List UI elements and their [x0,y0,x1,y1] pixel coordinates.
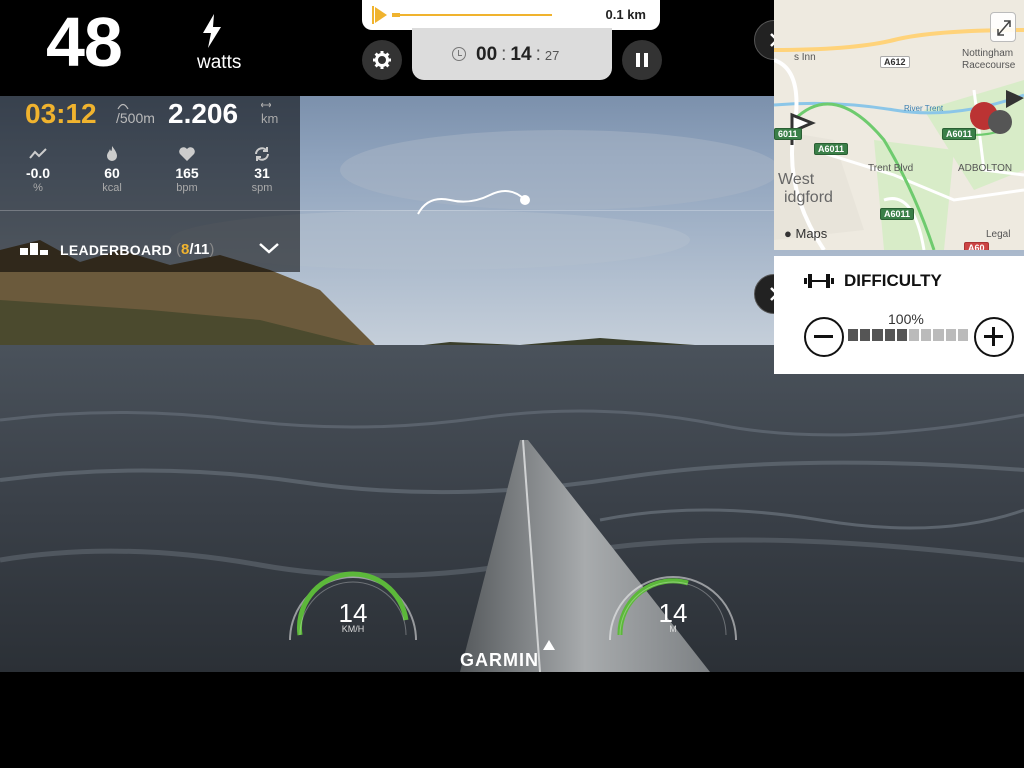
calories-metric: 60 kcal [82,146,142,194]
road-badge-a6011: A6011 [814,143,849,155]
elapsed-timer: 00:14:27 [476,44,560,65]
leaderboard-label: LEADERBOARD [60,242,173,258]
timer-minutes: 00 [476,44,498,65]
difficulty-decrease-button[interactable] [804,317,844,357]
power-value: 48 [46,3,123,81]
difficulty-segment [848,329,859,341]
stroke-rate-metric: 31 spm [232,146,292,194]
chevron-down-icon [259,243,279,254]
difficulty-segment [945,329,956,341]
leaderboard-position: (8/11) [176,241,215,258]
map-label-west: West [778,171,815,188]
timer-hundredths: 27 [544,48,560,63]
map-label-racecourse: Racecourse [962,60,1016,71]
difficulty-panel: DIFFICULTY 100% [774,256,1024,374]
dumbbell-icon [804,274,834,288]
route-distance: 0.1 km [605,7,646,22]
difficulty-segment [909,329,920,341]
split-pace-icon [117,103,129,110]
map-label-bridgford: idgford [784,189,833,206]
progress-fill [392,13,400,17]
calories-value: 60 [104,165,120,181]
map-label-adbolton: ADBOLTON [958,163,1013,174]
total-distance: 2.206 [168,98,239,129]
route-progress-panel: 0.1 km [362,0,660,30]
difficulty-segment [860,329,871,341]
road-badge-6011: 6011 [774,128,802,140]
incline-metric: -0.0 % [8,146,68,194]
expand-icon [997,20,1011,36]
difficulty-segment [933,329,944,341]
progress-marker-icon [372,6,387,24]
maps-attribution: ● Maps [784,226,828,241]
split-unit: /500m [116,110,155,126]
stroke-rate-unit: spm [251,182,273,194]
difficulty-percent: 100% [888,311,924,327]
difficulty-title: DIFFICULTY [844,271,942,290]
leaderboard-total: 11 [193,241,210,258]
incline-unit: % [33,182,43,194]
top-bar: 48 watts 0.1 km 00:14:27 [0,0,774,96]
difficulty-segment [957,329,969,341]
incline-value: -0.0 [25,165,51,181]
difficulty-level-bar [848,329,969,341]
route-map[interactable]: s Inn A612 Nottingham Racecourse River T… [774,0,1024,250]
split-time: 03:12 [25,98,97,129]
clock-icon [452,47,466,61]
map-label-nottingham: Nottingham [962,48,1014,59]
apple-logo-icon: ● [784,226,792,241]
road-badge-a6011-south: A6011 [880,208,915,220]
calories-unit: kcal [102,182,122,194]
leaderboard-toggle[interactable]: LEADERBOARD (8/11) [0,211,300,271]
pause-button[interactable] [622,40,662,80]
pause-icon [636,53,640,67]
settings-button[interactable] [362,40,402,80]
heart-rate-unit: bpm [176,182,198,194]
leaderboard-icon [20,243,48,255]
stroke-rate-value: 31 [254,165,270,181]
garmin-logo: GARMIN [460,650,539,670]
incline-icon [29,148,47,159]
heart-icon [179,147,195,161]
heart-rate-metric: 165 bpm [157,146,217,194]
difficulty-segment [921,329,932,341]
power-unit: watts [197,52,242,73]
distance-gauge: 14 M [598,560,748,650]
distance-gauge-unit: M [669,624,677,634]
heart-rate-value: 165 [175,165,199,181]
timer-seconds: 14 [510,44,532,65]
stats-panel: 03:12 /500m 2.206 km -0.0 % 60 kcal 165 … [0,96,774,272]
map-label-legal: Legal [986,229,1011,240]
map-label-river-trent: River Trent [904,104,944,113]
distance-arrows-icon [261,102,271,108]
flame-icon [107,146,117,161]
road-badge-a60: A60 [964,242,989,250]
difficulty-segment [896,329,908,341]
difficulty-segment [872,329,883,341]
road-badge-a6011-east: A6011 [942,128,977,140]
gear-icon [373,51,391,69]
garmin-triangle-icon [543,640,555,650]
road-badge-a612: A612 [880,56,910,68]
map-label-inn: s Inn [794,52,816,63]
distance-unit: km [261,111,279,126]
stroke-rate-icon [255,147,269,161]
map-expand-button[interactable] [990,12,1016,42]
speed-gauge: 14 KM/H [278,560,428,650]
difficulty-segment [884,329,895,341]
speed-unit: KM/H [341,624,365,634]
lightning-bolt-icon [203,14,221,48]
map-label-trent-blvd: Trent Blvd [868,163,914,174]
difficulty-increase-button[interactable] [974,317,1014,357]
progress-track [392,13,552,17]
timer-panel: 00:14:27 [412,28,612,80]
